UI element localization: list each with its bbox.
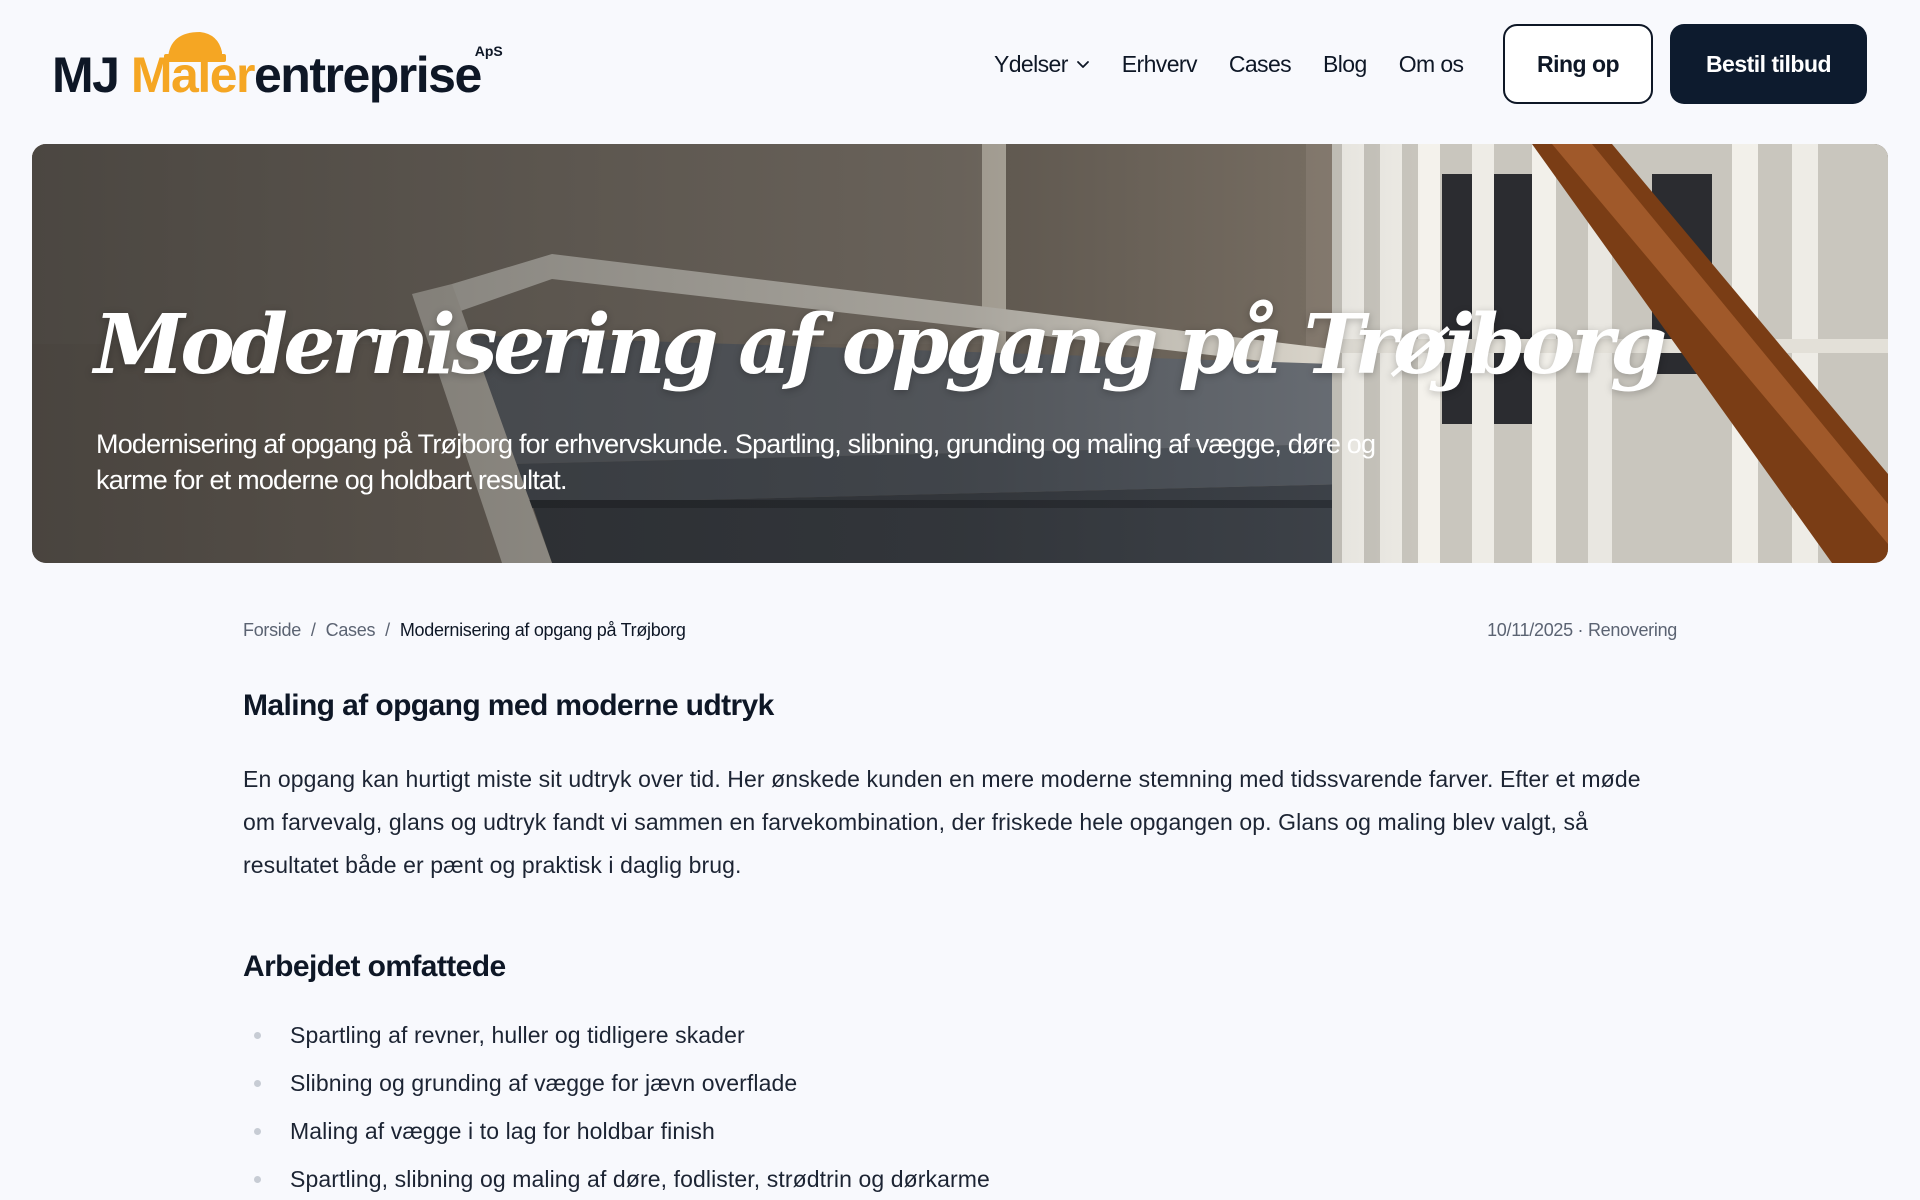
nav-item-label: Om os bbox=[1398, 50, 1464, 77]
breadcrumb-current: Modernisering af opgang på Trøjborg bbox=[399, 619, 686, 640]
call-button[interactable]: Ring op bbox=[1503, 24, 1653, 104]
case-article: Maling af opgang med moderne udtryk En o… bbox=[243, 686, 1677, 1200]
nav-item-om-os[interactable]: Om os bbox=[1399, 51, 1464, 78]
logo-highlight: Maler bbox=[130, 47, 256, 103]
request-quote-button[interactable]: Bestil tilbud bbox=[1670, 24, 1867, 104]
nav-item-blog[interactable]: Blog bbox=[1323, 51, 1367, 78]
list-item: Maling af vægge i to lag for holdbar fin… bbox=[243, 1107, 1677, 1155]
breadcrumb-separator: / bbox=[385, 619, 390, 640]
nav-item-ydelser[interactable]: Ydelser bbox=[994, 51, 1090, 78]
company-logo[interactable]: MJ Malerentreprise ApS bbox=[52, 28, 503, 108]
main-nav: Ydelser Erhverv Cases Blog Om os bbox=[994, 46, 1464, 82]
list-item: Spartling af revner, huller og tidligere… bbox=[243, 1011, 1677, 1059]
work-scope-list: Spartling af revner, huller og tidligere… bbox=[243, 1011, 1677, 1200]
logo-suffix: entreprise bbox=[253, 47, 482, 103]
breadcrumb-link-forside[interactable]: Forside bbox=[243, 620, 301, 641]
article-heading: Maling af opgang med moderne udtryk bbox=[243, 689, 774, 722]
article-paragraph: En opgang kan hurtigt miste sit udtryk o… bbox=[243, 766, 1641, 878]
logo-legal-suffix: ApS bbox=[474, 43, 503, 59]
logo-prefix: MJ bbox=[52, 47, 131, 103]
hero-subtitle: Modernisering af opgang på Trøjborg for … bbox=[96, 429, 1376, 495]
nav-item-label: Blog bbox=[1323, 50, 1367, 77]
nav-item-label: Erhverv bbox=[1121, 50, 1198, 77]
list-item: Spartling, slibning og maling af døre, f… bbox=[243, 1155, 1677, 1200]
nav-item-erhverv[interactable]: Erhverv bbox=[1121, 50, 1198, 78]
breadcrumb-link-cases[interactable]: Cases bbox=[326, 620, 376, 641]
chevron-down-icon bbox=[1076, 61, 1089, 68]
page-title: Modernisering af opgang på Trøjborg bbox=[94, 297, 1667, 393]
nav-item-cases[interactable]: Cases bbox=[1228, 50, 1292, 78]
work-scope-heading: Arbejdet omfattede bbox=[243, 950, 506, 983]
nav-item-label: Ydelser bbox=[994, 50, 1068, 77]
logo-wordmark: MJ Malerentreprise ApS bbox=[52, 44, 503, 108]
hero-banner: Modernisering af opgang på Trøjborg Mode… bbox=[32, 144, 1888, 563]
breadcrumb: Forside / Cases / Modernisering af opgan… bbox=[243, 618, 686, 642]
site-header: MJ Malerentreprise ApS Ydelser Erhverv C… bbox=[0, 0, 1920, 128]
nav-item-label: Cases bbox=[1228, 50, 1292, 77]
list-item: Slibning og grunding af vægge for jævn o… bbox=[243, 1059, 1677, 1107]
breadcrumb-separator: / bbox=[310, 619, 316, 640]
post-meta: 10/11/2025 · Renovering bbox=[1487, 619, 1677, 640]
